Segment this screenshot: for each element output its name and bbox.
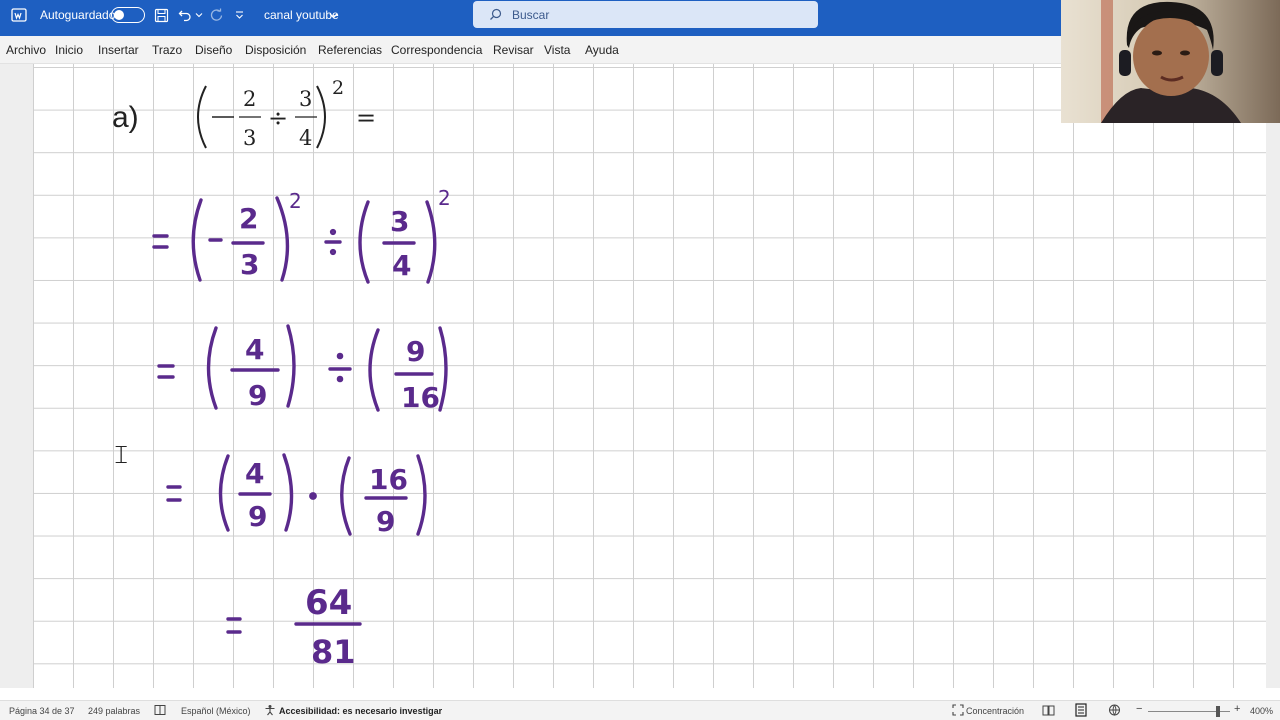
step-2: 4 9 9 16 <box>157 324 448 414</box>
proofing-icon[interactable] <box>154 704 166 718</box>
svg-text:=: = <box>356 104 376 132</box>
svg-text:4: 4 <box>299 126 312 150</box>
svg-text:2: 2 <box>239 202 258 235</box>
svg-text:9: 9 <box>376 505 395 538</box>
svg-text:3: 3 <box>390 205 409 238</box>
svg-text:4: 4 <box>392 249 411 282</box>
language-indicator[interactable]: Español (México) <box>181 706 251 716</box>
svg-text:2: 2 <box>243 87 256 111</box>
step-4: 64 81 <box>226 583 362 671</box>
svg-text:16: 16 <box>369 463 408 496</box>
svg-text:2: 2 <box>332 77 344 99</box>
accessibility-icon[interactable] <box>264 704 276 718</box>
zoom-out-icon[interactable]: − <box>1136 703 1142 715</box>
text-cursor-icon: 𝙸 <box>112 440 131 470</box>
svg-text:9: 9 <box>406 335 425 368</box>
svg-text:4: 4 <box>245 457 264 490</box>
svg-text:81: 81 <box>311 633 356 671</box>
svg-text:64: 64 <box>305 583 352 623</box>
presenter-video-icon <box>1101 0 1241 123</box>
focus-mode-label[interactable]: Concentración <box>966 706 1024 716</box>
focus-mode-icon[interactable] <box>952 704 964 718</box>
typed-expression: a) 2 3 ÷ 3 4 2 = <box>112 77 376 150</box>
svg-text:3: 3 <box>240 248 259 281</box>
svg-text:2: 2 <box>289 189 302 213</box>
problem-label: a) <box>112 101 139 134</box>
word-count[interactable]: 249 palabras <box>88 706 140 716</box>
svg-text:÷: ÷ <box>268 104 288 132</box>
step-1: 2 3 2 3 4 2 <box>152 186 451 284</box>
zoom-slider-thumb[interactable] <box>1216 706 1220 717</box>
svg-text:9: 9 <box>248 500 267 533</box>
web-layout-icon[interactable] <box>1108 704 1121 718</box>
webcam-overlay <box>1061 0 1280 123</box>
print-layout-icon[interactable] <box>1075 703 1087 719</box>
svg-text:3: 3 <box>243 126 256 150</box>
page-count[interactable]: Página 34 de 37 <box>9 706 75 716</box>
read-mode-icon[interactable] <box>1042 704 1055 718</box>
svg-text:4: 4 <box>245 333 264 366</box>
zoom-in-icon[interactable]: + <box>1234 703 1240 715</box>
svg-text:16: 16 <box>401 381 440 414</box>
svg-text:9: 9 <box>248 379 267 412</box>
zoom-level[interactable]: 400% <box>1250 706 1273 716</box>
status-bar: Página 34 de 37 249 palabras Español (Mé… <box>0 700 1280 720</box>
accessibility-status[interactable]: Accesibilidad: es necesario investigar <box>279 706 442 716</box>
svg-text:2: 2 <box>438 186 451 210</box>
svg-text:3: 3 <box>299 87 312 111</box>
step-3: 4 9 16 9 <box>166 453 427 538</box>
handwritten-steps: 2 3 2 3 4 2 4 9 9 16 4 9 16 9 64 81 <box>152 186 451 671</box>
